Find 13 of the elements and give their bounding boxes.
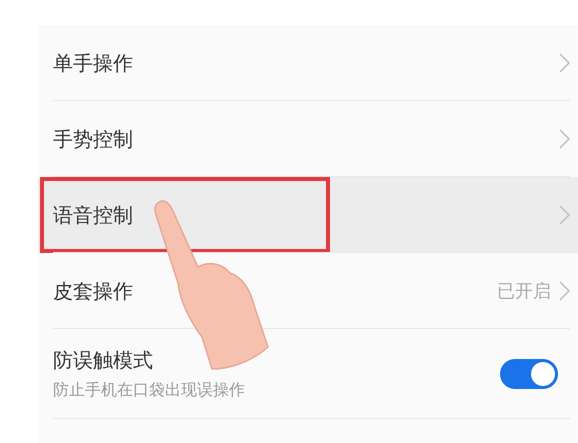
chevron-right-icon	[559, 53, 570, 73]
setting-description: 防止手机在口袋出现误操作	[53, 380, 246, 401]
settings-row[interactable]: 语音控制	[38, 177, 578, 253]
setting-label: 手势控制	[53, 126, 134, 152]
setting-label: 皮套操作	[53, 278, 134, 304]
toggle-switch[interactable]	[500, 359, 558, 389]
chevron-right-icon	[559, 281, 570, 301]
setting-value: 已开启	[497, 280, 551, 303]
setting-label: 防误触模式	[53, 347, 154, 374]
chevron-right-icon	[559, 129, 570, 149]
setting-label: 语音控制	[53, 202, 134, 228]
chevron-right-icon	[559, 205, 570, 225]
setting-label: 单手操作	[53, 50, 134, 76]
